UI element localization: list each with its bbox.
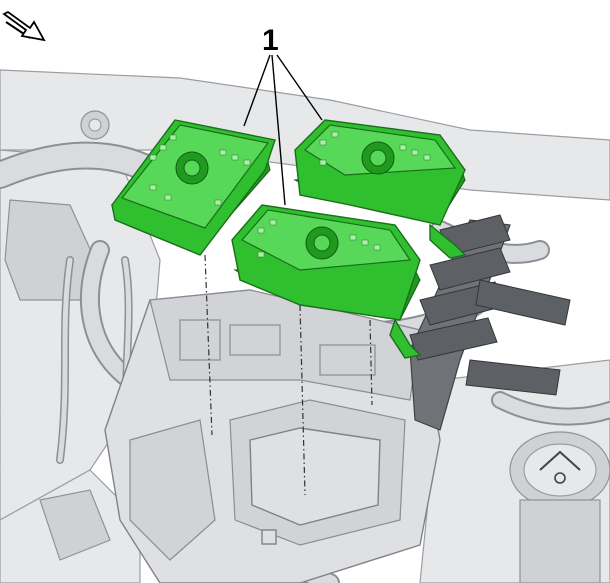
- direction-arrow-icon: [2, 10, 46, 42]
- callout-label-1: 1: [262, 24, 279, 57]
- connector-installation-diagram: 1: [0, 10, 610, 583]
